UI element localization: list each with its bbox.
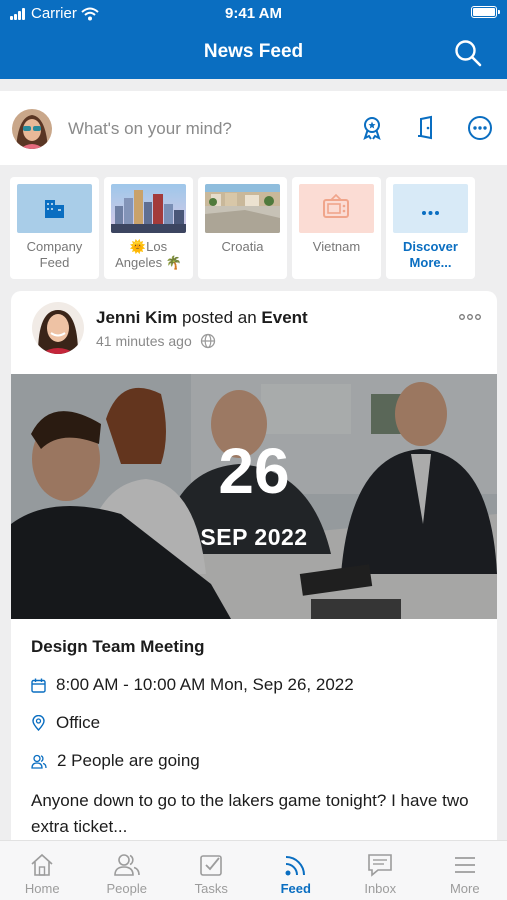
quick-link-label: Company Feed: [26, 239, 83, 270]
avatar[interactable]: [32, 302, 84, 354]
tab-home[interactable]: Home: [0, 841, 85, 900]
tab-feed[interactable]: Feed: [254, 841, 339, 900]
tab-label: Tasks: [194, 881, 228, 896]
people-icon: [31, 754, 47, 769]
feed-icon: [285, 856, 305, 876]
event-time: 8:00 AM - 10:00 AM Mon, Sep 26, 2022: [56, 675, 354, 694]
avatar[interactable]: [12, 109, 52, 149]
event-month: SEP 2022: [200, 524, 308, 550]
quick-link-los-angeles[interactable]: 🌞Los Angeles 🌴: [104, 177, 193, 279]
post-text: Anyone down to go to the lakers game ton…: [31, 791, 469, 836]
composer-input[interactable]: What's on your mind?: [68, 119, 232, 139]
post-author[interactable]: Jenni Kim: [96, 308, 177, 327]
status-bar: Carrier 9:41 AM: [0, 4, 507, 24]
quick-link-label: Discover More...: [403, 239, 458, 270]
tab-label: Feed: [280, 881, 311, 896]
post-headline: Jenni Kim posted an Event: [96, 308, 308, 328]
people-icon: [113, 854, 140, 876]
event-location: Office: [56, 713, 101, 732]
tab-tasks[interactable]: Tasks: [169, 841, 254, 900]
coast-photo: [205, 184, 280, 233]
calendar-icon: [31, 678, 46, 693]
city-photo: [111, 184, 186, 233]
tv-icon: [299, 184, 374, 233]
post-composer: What's on your mind?: [0, 91, 507, 165]
feed-post: Jenni Kim posted an Event 41 minutes ago: [11, 291, 497, 851]
tab-inbox[interactable]: Inbox: [338, 841, 423, 900]
event-location-row: Office: [31, 713, 100, 733]
quick-link-label: Croatia: [221, 239, 264, 254]
app-header: Carrier 9:41 AM News Feed: [0, 0, 507, 79]
event-attendees: 2 People are going: [57, 751, 200, 770]
post-action: posted an: [181, 308, 257, 327]
page-title: News Feed: [203, 41, 304, 62]
post-object[interactable]: Event: [261, 308, 307, 327]
quick-link-discover-more[interactable]: Discover More...: [386, 177, 475, 279]
tab-label: Inbox: [364, 881, 397, 896]
location-pin-icon: [32, 715, 45, 731]
menu-icon: [454, 857, 475, 873]
event-hero-image[interactable]: 26 SEP 2022: [11, 374, 497, 619]
quick-links: Company Feed 🌞Los Angeles 🌴 Croatia Viet…: [10, 177, 475, 279]
more-options-icon[interactable]: [467, 115, 493, 141]
tab-more[interactable]: More: [423, 841, 507, 900]
battery-icon: [471, 6, 500, 18]
door-icon[interactable]: [413, 115, 439, 141]
tab-label: Home: [24, 881, 60, 896]
quick-link-vietnam[interactable]: Vietnam: [292, 177, 381, 279]
quick-link-croatia[interactable]: Croatia: [198, 177, 287, 279]
more-icon: [393, 184, 468, 233]
tab-label: People: [106, 881, 147, 896]
post-more-icon[interactable]: [459, 313, 481, 321]
post-meta: 41 minutes ago: [96, 333, 216, 349]
tab-bar: Home People Tasks Feed Inbox More: [0, 840, 507, 900]
quick-link-label: Vietnam: [312, 239, 361, 254]
tasks-icon: [200, 855, 223, 876]
quick-link-company-feed[interactable]: Company Feed: [10, 177, 99, 279]
event-time-row: 8:00 AM - 10:00 AM Mon, Sep 26, 2022: [31, 675, 354, 695]
home-icon: [31, 853, 53, 876]
clock: 9:41 AM: [225, 5, 282, 22]
globe-icon: [200, 333, 215, 349]
event-attendees-row[interactable]: 2 People are going: [31, 751, 200, 771]
building-icon: [17, 184, 92, 233]
search-icon[interactable]: [453, 38, 483, 68]
tab-people[interactable]: People: [85, 841, 170, 900]
event-day: 26: [218, 435, 290, 507]
post-time: 41 minutes ago: [96, 333, 192, 349]
quick-link-label: 🌞Los Angeles 🌴: [115, 239, 182, 270]
event-title[interactable]: Design Team Meeting: [31, 637, 205, 657]
inbox-icon: [368, 854, 393, 877]
tab-label: More: [449, 881, 480, 896]
award-icon[interactable]: [359, 115, 385, 141]
